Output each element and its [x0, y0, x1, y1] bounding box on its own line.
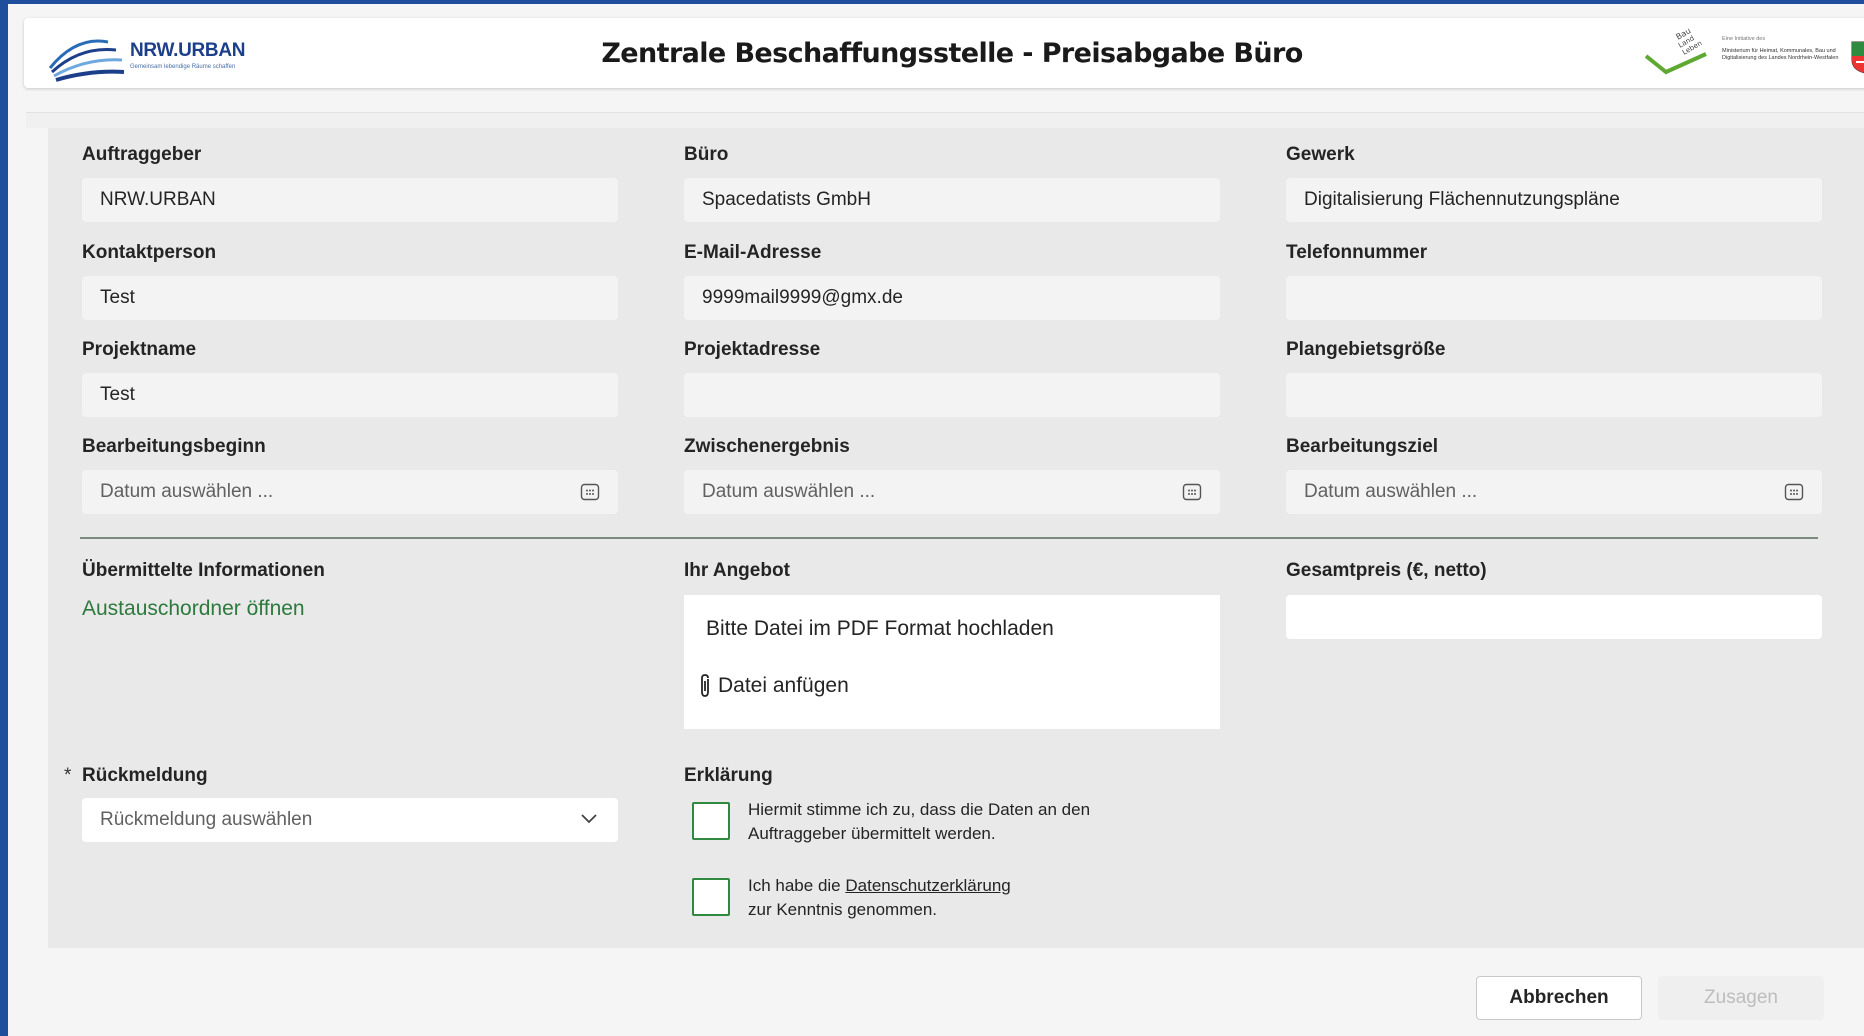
email-field[interactable]: 9999mail9999@gmx.de: [684, 276, 1220, 320]
section-divider: [80, 537, 1818, 539]
upload-hint: Bitte Datei im PDF Format hochladen: [706, 617, 1054, 640]
cancel-button[interactable]: Abbrechen: [1476, 976, 1642, 1020]
auftraggeber-field[interactable]: NRW.URBAN: [82, 178, 618, 222]
page-title: Zentrale Beschaffungsstelle - Preisabgab…: [601, 38, 1303, 69]
privacy-text: Ich habe die Datenschutzerklärung zur Ke…: [748, 876, 1011, 919]
offer-label: Ihr Angebot: [684, 560, 790, 581]
partner-logos: Bau Land Leben Eine Initiative des Minis…: [1644, 26, 1864, 84]
telefon-label: Telefonnummer: [1286, 242, 1428, 263]
bearbeitungsziel-placeholder: Datum auswählen ...: [1304, 481, 1478, 502]
kontaktperson-field[interactable]: Test: [82, 276, 618, 320]
bearbeitungsziel-date-picker[interactable]: Datum auswählen ...: [1286, 470, 1822, 514]
projektadresse-field[interactable]: [684, 373, 1220, 417]
privacy-row: Ich habe die Datenschutzerklärung zur Ke…: [692, 876, 1252, 919]
gewerk-label: Gewerk: [1286, 144, 1355, 165]
paperclip-icon: [701, 674, 709, 697]
privacy-checkbox[interactable]: [692, 878, 730, 916]
plangebietsgroesse-label: Plangebietsgröße: [1286, 339, 1446, 360]
chevron-down-icon: [581, 814, 597, 824]
app-header: NRW.URBAN Gemeinsam lebendige Räume scha…: [24, 18, 1864, 88]
projektadresse-label: Projektadresse: [684, 339, 821, 360]
calendar-icon[interactable]: [1784, 482, 1804, 502]
privacy-policy-link[interactable]: Datenschutzerklärung: [845, 876, 1010, 895]
feedback-dropdown[interactable]: Rückmeldung auswählen: [82, 798, 618, 842]
feedback-placeholder: Rückmeldung auswählen: [100, 809, 313, 830]
open-exchange-folder-link[interactable]: Austauschordner öffnen: [82, 597, 305, 621]
consent-checkbox[interactable]: [692, 802, 730, 840]
nrw-coat-of-arms-icon: [1851, 41, 1864, 74]
bearbeitungsziel-label: Bearbeitungsziel: [1286, 436, 1439, 457]
gewerk-field[interactable]: Digitalisierung Flächennutzungspläne: [1286, 178, 1822, 222]
bearbeitungsbeginn-placeholder: Datum auswählen ...: [100, 481, 274, 502]
buero-field[interactable]: Spacedatists GmbH: [684, 178, 1220, 222]
attach-file-label: Datei anfügen: [718, 674, 849, 697]
panel-top-edge: [26, 112, 1864, 128]
bauland-logo-icon: Bau Land Leben: [1644, 26, 1707, 75]
info-label: Übermittelte Informationen: [82, 560, 325, 581]
auftraggeber-label: Auftraggeber: [82, 144, 202, 165]
declaration-label: Erklärung: [684, 765, 773, 786]
zwischenergebnis-date-picker[interactable]: Datum auswählen ...: [684, 470, 1220, 514]
attach-file-button[interactable]: Datei anfügen: [698, 671, 849, 701]
consent-row: Hiermit stimme ich zu, dass die Daten an…: [692, 800, 1252, 843]
ministry-text: Eine Initiative des Ministerium für Heim…: [1722, 36, 1839, 61]
zwischenergebnis-label: Zwischenergebnis: [684, 436, 850, 457]
total-price-input[interactable]: [1286, 595, 1822, 639]
consent-text: Hiermit stimme ich zu, dass die Daten an…: [748, 800, 1091, 843]
telefon-field[interactable]: [1286, 276, 1822, 320]
buero-label: Büro: [684, 144, 729, 165]
email-label: E-Mail-Adresse: [684, 242, 822, 263]
plangebietsgroesse-field[interactable]: [1286, 373, 1822, 417]
calendar-icon[interactable]: [1182, 482, 1202, 502]
feedback-label: Rückmeldung: [82, 765, 208, 786]
projektname-label: Projektname: [82, 339, 197, 360]
required-marker: *: [64, 765, 72, 786]
submit-button[interactable]: Zusagen: [1658, 976, 1824, 1020]
projektname-field[interactable]: Test: [82, 373, 618, 417]
calendar-icon[interactable]: [580, 482, 600, 502]
zwischenergebnis-placeholder: Datum auswählen ...: [702, 481, 876, 502]
kontaktperson-label: Kontaktperson: [82, 242, 217, 263]
bearbeitungsbeginn-date-picker[interactable]: Datum auswählen ...: [82, 470, 618, 514]
price-label: Gesamtpreis (€, netto): [1286, 560, 1487, 581]
bearbeitungsbeginn-label: Bearbeitungsbeginn: [82, 436, 266, 457]
offer-upload-area[interactable]: Bitte Datei im PDF Format hochladen Date…: [684, 595, 1220, 729]
